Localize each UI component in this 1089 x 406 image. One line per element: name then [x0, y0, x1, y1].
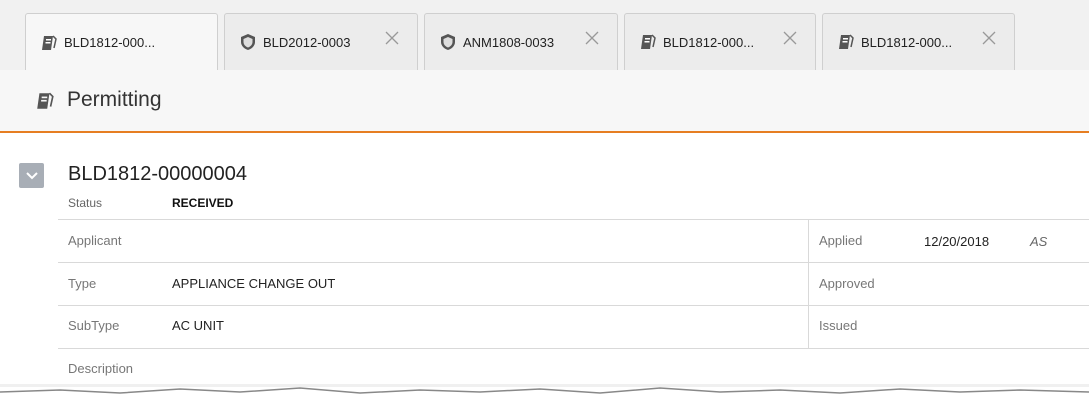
divider	[58, 348, 1089, 349]
subtype-value: AC UNIT	[172, 318, 224, 333]
status-label: Status	[68, 196, 103, 210]
chevron-down-icon	[25, 171, 39, 181]
issued-label: Issued	[819, 318, 858, 333]
applied-initials: AS	[1030, 234, 1048, 249]
applicant-label: Applicant	[68, 233, 122, 248]
applied-label: Applied	[819, 233, 863, 248]
description-label: Description	[68, 361, 134, 376]
applied-date: 12/20/2018	[924, 234, 990, 249]
tab-label: BLD1812-000...	[861, 34, 953, 50]
close-icon[interactable]	[585, 31, 599, 45]
tab-label: BLD1812-000...	[64, 35, 156, 50]
divider	[808, 219, 809, 348]
close-icon[interactable]	[783, 31, 797, 45]
close-icon[interactable]	[385, 31, 399, 45]
torn-edge	[0, 384, 1089, 406]
collapse-button[interactable]	[19, 163, 44, 188]
status-badge: RECEIVED	[172, 196, 234, 210]
tab-bld1812-2[interactable]: BLD1812-000...	[624, 13, 816, 70]
record-id: BLD1812-00000004	[68, 163, 248, 185]
shield-icon	[439, 33, 457, 51]
tab-bld2012[interactable]: BLD2012-0003	[224, 13, 418, 70]
tab-label: BLD1812-000...	[663, 34, 755, 50]
divider	[58, 305, 1089, 306]
subtype-label: SubType	[68, 318, 120, 333]
section-header: Permitting	[0, 70, 1089, 133]
divider	[58, 219, 1089, 220]
type-value: APPLIANCE CHANGE OUT	[172, 276, 336, 291]
tab-bld1812-3[interactable]: BLD1812-000...	[822, 13, 1015, 70]
shield-icon	[239, 33, 257, 51]
type-label: Type	[68, 276, 97, 291]
approved-label: Approved	[819, 276, 875, 291]
tab-anm1808[interactable]: ANM1808-0033	[424, 13, 618, 70]
divider	[58, 262, 1089, 263]
tab-label: BLD2012-0003	[263, 34, 351, 50]
permit-icon	[40, 34, 58, 52]
tab-label: ANM1808-0033	[463, 34, 555, 50]
tab-bld1812-active[interactable]: BLD1812-000...	[25, 13, 218, 71]
page-title: Permitting	[67, 88, 162, 111]
close-icon[interactable]	[982, 31, 996, 45]
tab-strip: BLD1812-000... BLD2012-0003 ANM1808-0033…	[0, 0, 1089, 71]
permit-icon	[837, 33, 855, 51]
permit-icon	[639, 33, 657, 51]
permit-icon	[35, 91, 55, 111]
